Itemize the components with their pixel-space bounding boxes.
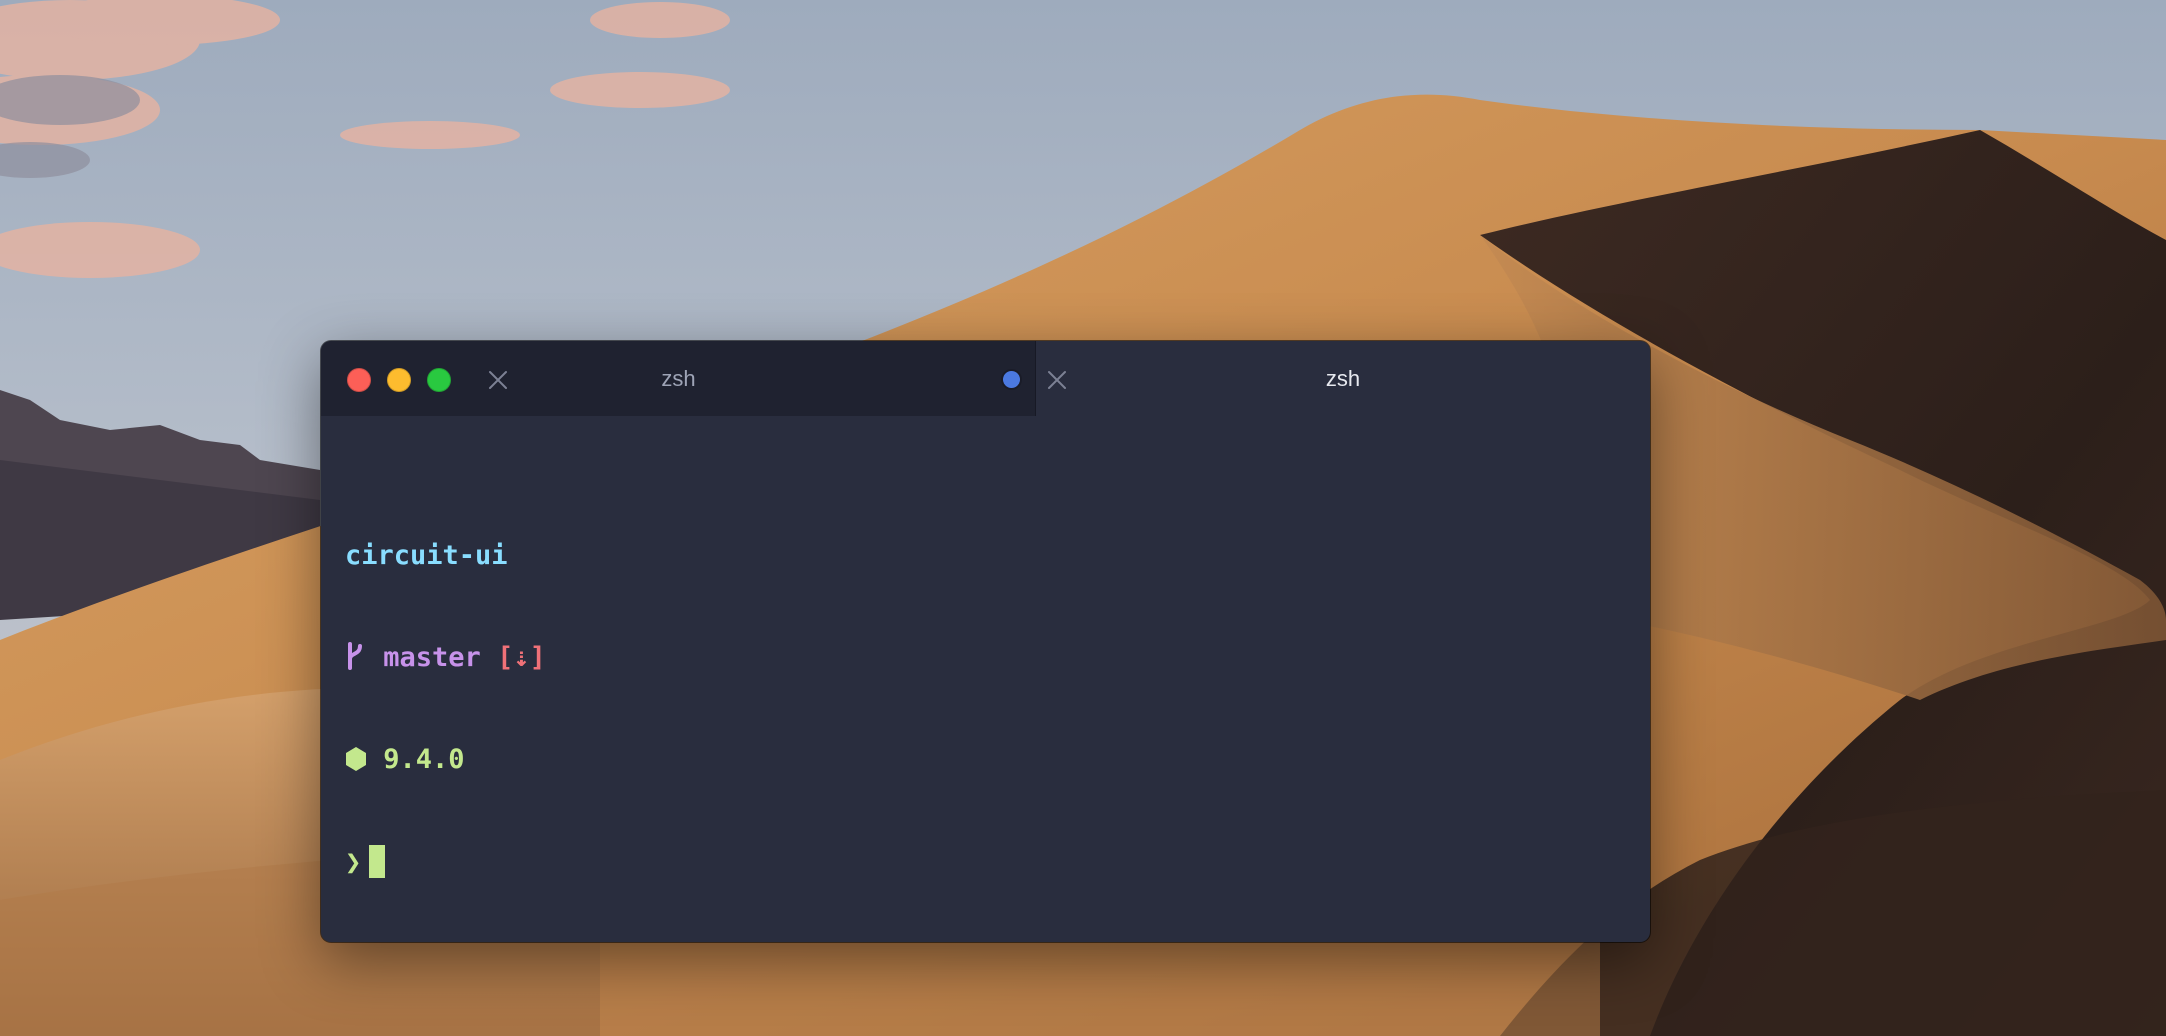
activity-dot-icon (1001, 369, 1022, 390)
tab-bar: zsh zsh (321, 341, 1650, 416)
prompt-line[interactable]: ❯ (345, 845, 546, 879)
tab-title: zsh (1325, 366, 1361, 391)
node-hexagon-icon (346, 747, 366, 771)
node-line: 9.4.0 (345, 743, 546, 777)
text-cursor (369, 845, 386, 878)
directory-line: circuit-ui (345, 539, 546, 573)
directory-name: circuit-ui (345, 540, 508, 571)
tab-zsh-2[interactable]: zsh (1036, 341, 1650, 416)
terminal-output[interactable]: circuit-ui master [⇣] 9.4.0 ❯ (345, 471, 546, 942)
git-line: master [⇣] (345, 641, 546, 675)
prompt-symbol: ❯ (345, 847, 362, 878)
git-branch-icon (348, 642, 362, 670)
terminal-window: zsh zsh circuit-ui master [⇣] 9.4.0 ❯ (321, 341, 1650, 942)
git-status: [⇣] (497, 642, 546, 673)
branch-name: master (383, 642, 481, 673)
node-version: 9.4.0 (383, 744, 465, 775)
tab-zsh-1[interactable]: zsh (321, 341, 1036, 416)
tab-title: zsh (661, 366, 696, 391)
